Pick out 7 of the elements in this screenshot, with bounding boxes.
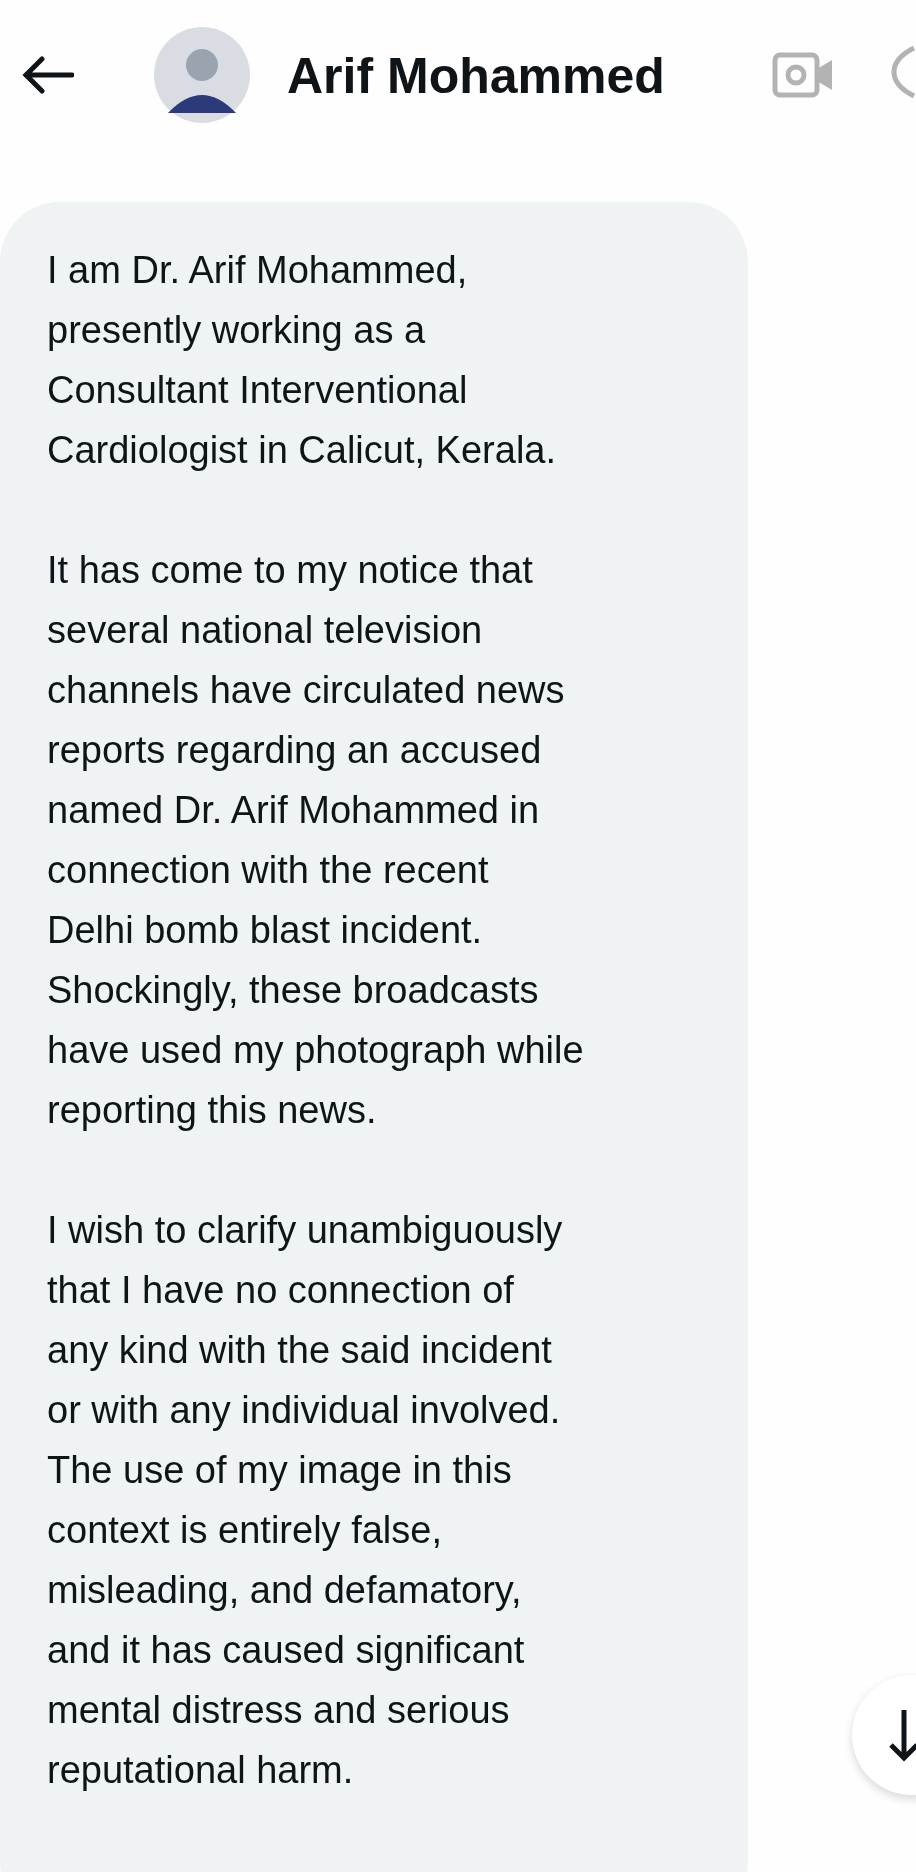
message-paragraph: I wish to clarify unambiguously that I have no connection of any kind with the said incident or with any individual involved. The use of my image in this context is entirely false, misleading, and defamatory, and it has caused significant mental distress and serious reputational harm. bbox=[47, 1208, 564, 1793]
message-paragraph: It has come to my notice that several national television channels have circulated news reports regarding an accused named Dr. Arif Mohammed in connection with the recent Delhi bomb blast incident. Shockingly, these broadcasts have used my photograph while reporting this news. bbox=[47, 548, 585, 1133]
arrow-down-icon bbox=[888, 1708, 916, 1762]
message-paragraph: I am Dr. Arif Mohammed, presently working as a Consultant Interventional Cardiologist in Calicut, Kerala. bbox=[47, 248, 557, 473]
avatar[interactable] bbox=[154, 27, 250, 123]
back-icon[interactable] bbox=[22, 56, 74, 94]
contact-name: Arif Mohammed bbox=[287, 47, 665, 106]
